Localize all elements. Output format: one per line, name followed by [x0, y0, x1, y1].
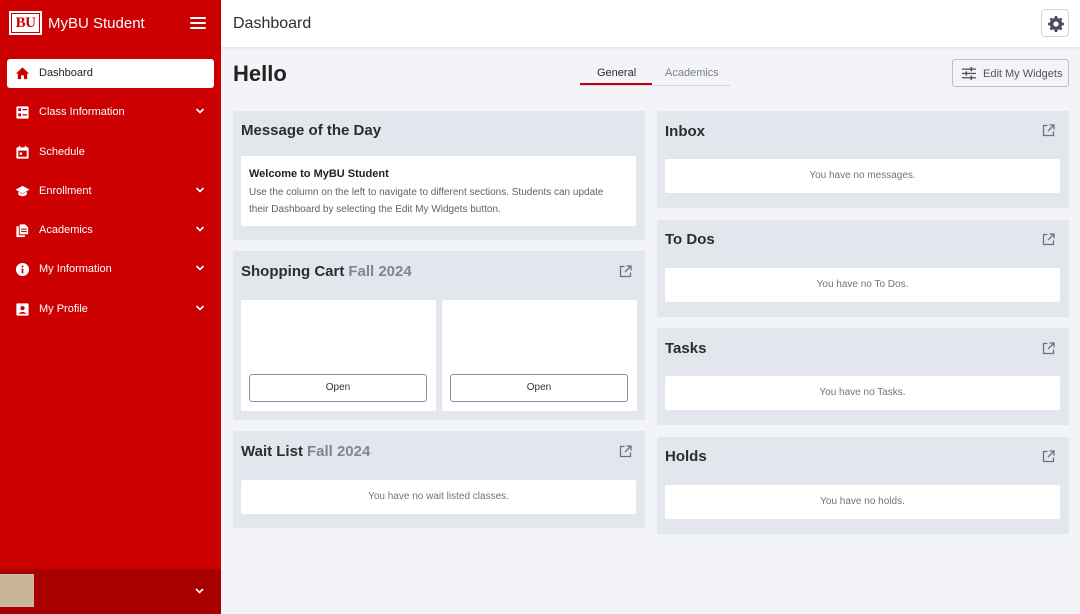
graduation-cap-icon: [15, 185, 30, 197]
active-tab-indicator: [580, 83, 652, 85]
sidebar-item-dashboard[interactable]: Dashboard: [7, 59, 214, 88]
sidebar-item-label: Enrollment: [39, 184, 92, 197]
inbox-card: Inbox You have no messages.: [657, 111, 1069, 208]
menu-toggle-icon[interactable]: [190, 17, 206, 29]
greeting-heading: Hello: [233, 61, 287, 86]
edit-my-widgets-button[interactable]: Edit My Widgets: [952, 59, 1069, 87]
cart-panel: Open: [442, 300, 637, 411]
app-name: MyBU Student: [48, 15, 145, 32]
message-content: Welcome to MyBU Student Use the column o…: [241, 156, 636, 226]
message-heading: Welcome to MyBU Student: [249, 168, 389, 180]
card-title: Tasks: [665, 340, 707, 357]
info-icon: [15, 263, 30, 277]
card-title-text: Wait List: [241, 443, 303, 460]
message-body: Use the column on the left to navigate t…: [249, 187, 604, 215]
tab-academics[interactable]: Academics: [665, 66, 719, 80]
home-icon: [15, 67, 30, 80]
chevron-down-icon: [195, 226, 205, 232]
dashboard-tabs: General Academics: [580, 62, 730, 86]
sidebar-item-schedule[interactable]: Schedule: [7, 138, 214, 167]
card-title: Shopping Cart Fall 2024: [241, 262, 412, 282]
sidebar-item-label: Academics: [39, 224, 93, 237]
tab-general[interactable]: General: [597, 66, 636, 80]
sidebar-item-label: Dashboard: [39, 67, 93, 79]
chevron-down-icon: [195, 265, 205, 272]
shopping-cart-card: Shopping Cart Fall 2024 Open Open: [233, 251, 645, 420]
empty-state: You have no messages.: [665, 159, 1060, 193]
class-info-icon: [16, 106, 29, 119]
chevron-down-icon: [195, 305, 205, 311]
card-title: Wait List Fall 2024: [241, 442, 370, 462]
empty-message: You have no To Dos.: [816, 279, 909, 290]
documents-icon: [16, 223, 30, 238]
sidebar-nav: Dashboard Class Information Schedule Enr…: [7, 59, 214, 334]
logo-text: BU: [11, 13, 40, 33]
sidebar-item-my-profile[interactable]: My Profile: [7, 295, 214, 324]
card-title: Inbox: [665, 123, 705, 140]
empty-message: You have no wait listed classes.: [368, 491, 509, 502]
user-account-bar[interactable]: [0, 569, 221, 614]
sidebar-item-label: Class Information: [39, 106, 125, 119]
brand-header: BU MyBU Student: [0, 0, 221, 48]
sliders-icon: [962, 67, 976, 80]
chevron-down-icon[interactable]: [194, 586, 205, 596]
chevron-down-icon: [195, 108, 205, 114]
empty-state: You have no To Dos.: [665, 268, 1060, 302]
sidebar-item-my-information[interactable]: My Information: [7, 255, 214, 284]
empty-message: You have no messages.: [809, 170, 916, 181]
sidebar-item-enrollment[interactable]: Enrollment: [7, 177, 214, 206]
external-link-icon[interactable]: [1042, 342, 1055, 355]
bu-logo[interactable]: BU: [9, 11, 42, 35]
calendar-icon: [16, 145, 29, 159]
sidebar-item-class-information[interactable]: Class Information: [7, 98, 214, 127]
external-link-icon[interactable]: [619, 265, 632, 278]
sidebar-item-label: Schedule: [39, 145, 85, 158]
term-label: Fall 2024: [348, 263, 412, 280]
edit-my-widgets-label: Edit My Widgets: [983, 68, 1063, 80]
empty-state: You have no Tasks.: [665, 376, 1060, 410]
top-bar: Dashboard: [221, 0, 1080, 47]
empty-state: You have no wait listed classes.: [241, 480, 636, 514]
external-link-icon[interactable]: [619, 445, 632, 458]
holds-card: Holds You have no holds.: [657, 437, 1069, 534]
message-of-the-day-card: Message of the Day Welcome to MyBU Stude…: [233, 111, 645, 240]
settings-button[interactable]: [1041, 9, 1069, 37]
open-cart-button[interactable]: Open: [450, 374, 628, 402]
sidebar: BU MyBU Student Dashboard Class Informat…: [0, 0, 221, 614]
card-title: Holds: [665, 448, 707, 465]
empty-message: You have no holds.: [820, 496, 905, 507]
profile-icon: [16, 303, 29, 316]
sidebar-item-label: My Information: [39, 263, 112, 276]
card-title: Message of the Day: [241, 122, 382, 139]
gear-icon: [1048, 16, 1064, 32]
page-title: Dashboard: [233, 15, 312, 32]
open-cart-button[interactable]: Open: [249, 374, 427, 402]
empty-message: You have no Tasks.: [819, 387, 906, 398]
term-label: Fall 2024: [306, 443, 371, 460]
avatar: [0, 574, 34, 607]
chevron-down-icon: [195, 187, 205, 193]
sidebar-item-label: My Profile: [39, 302, 88, 315]
card-title-text: Shopping Cart: [241, 263, 345, 280]
empty-state: You have no holds.: [665, 485, 1060, 519]
tasks-card: Tasks You have no Tasks.: [657, 328, 1069, 425]
cart-panel: Open: [241, 300, 436, 411]
wait-list-card: Wait List Fall 2024 You have no wait list…: [233, 431, 645, 528]
todos-card: To Dos You have no To Dos.: [657, 220, 1069, 317]
external-link-icon[interactable]: [1042, 233, 1055, 246]
card-title: To Dos: [665, 231, 715, 248]
external-link-icon[interactable]: [1042, 450, 1055, 463]
sidebar-item-academics[interactable]: Academics: [7, 216, 214, 245]
external-link-icon[interactable]: [1042, 124, 1055, 137]
